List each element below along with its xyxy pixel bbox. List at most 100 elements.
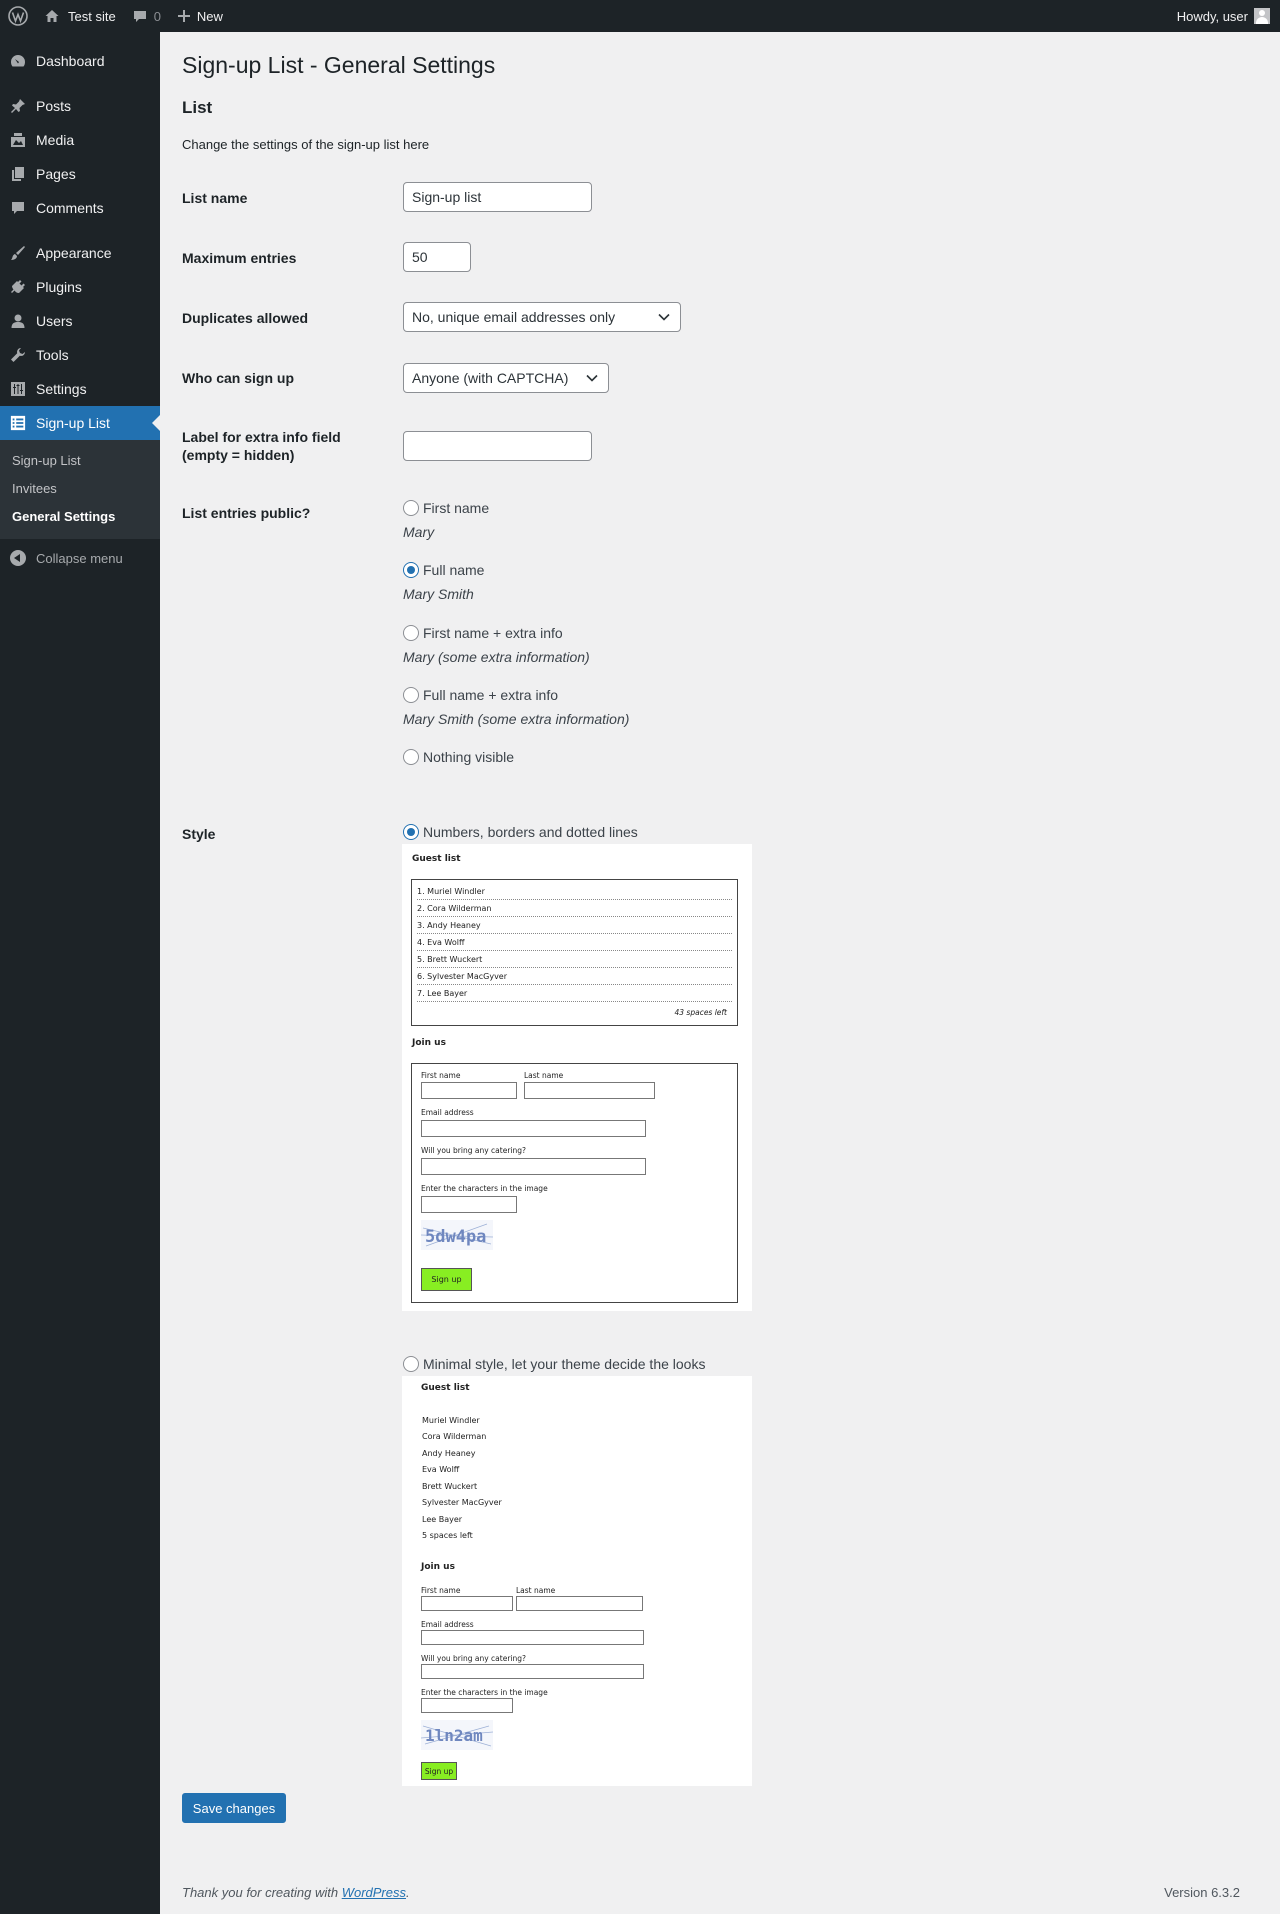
pin-icon bbox=[10, 98, 26, 114]
who-value: Anyone (with CAPTCHA) bbox=[412, 370, 569, 386]
preview-entry: 4. Eva Wolff bbox=[417, 934, 732, 951]
menu-settings[interactable]: Settings bbox=[0, 372, 160, 406]
home-icon bbox=[44, 8, 60, 24]
preview-label: Email address bbox=[421, 1108, 474, 1117]
option-example: Mary Smith (some extra information) bbox=[403, 711, 630, 727]
menu-media[interactable]: Media bbox=[0, 123, 160, 157]
menu-label: Appearance bbox=[36, 245, 112, 261]
max-entries-value: 50 bbox=[412, 249, 428, 265]
preview-input bbox=[516, 1596, 643, 1611]
list-name-input[interactable]: Sign-up list bbox=[403, 182, 592, 212]
public-option-first-name-extra[interactable]: First name + extra info bbox=[403, 625, 563, 641]
menu-label: Media bbox=[36, 132, 75, 148]
preview-input bbox=[421, 1698, 513, 1713]
preview-entry: 5. Brett Wuckert bbox=[417, 951, 732, 968]
admin-bar: Test site 0 New Howdy, user bbox=[0, 0, 1280, 32]
list-name-value: Sign-up list bbox=[412, 189, 482, 205]
preview-guest-box: 1. Muriel Windler 2. Cora Wilderman 3. A… bbox=[411, 879, 738, 1026]
list-icon bbox=[10, 415, 26, 431]
duplicates-select[interactable]: No, unique email addresses only bbox=[403, 302, 681, 332]
preview-label: Enter the characters in the image bbox=[421, 1184, 548, 1193]
option-label: Nothing visible bbox=[423, 749, 515, 765]
wrench-icon bbox=[10, 347, 26, 363]
comments-count: 0 bbox=[153, 8, 161, 24]
site-name-label: Test site bbox=[68, 8, 116, 24]
collapse-menu-button[interactable]: Collapse menu bbox=[0, 541, 160, 575]
menu-dashboard[interactable]: Dashboard bbox=[0, 44, 160, 78]
new-content-link[interactable]: New bbox=[169, 0, 231, 32]
wordpress-logo-icon[interactable] bbox=[0, 0, 36, 32]
wordpress-link[interactable]: WordPress bbox=[342, 1885, 406, 1900]
style-preview-minimal: Guest list Muriel Windler Cora Wilderman… bbox=[402, 1376, 752, 1786]
preview-spaces-left: 43 spaces left bbox=[674, 1008, 728, 1017]
menu-posts[interactable]: Posts bbox=[0, 89, 160, 123]
submenu-signup-list[interactable]: Sign-up List bbox=[0, 447, 160, 475]
public-option-first-name[interactable]: First name bbox=[403, 500, 489, 516]
menu-comments[interactable]: Comments bbox=[0, 191, 160, 225]
preview-join-box: First name Last name Email address Will … bbox=[411, 1063, 738, 1303]
preview-guest-heading: Guest list bbox=[412, 854, 461, 864]
site-name-link[interactable]: Test site bbox=[36, 0, 124, 32]
avatar bbox=[1254, 8, 1270, 24]
style-option-numbers[interactable]: Numbers, borders and dotted lines bbox=[403, 824, 638, 840]
preview-guest-heading: Guest list bbox=[421, 1383, 470, 1393]
preview-label: Will you bring any catering? bbox=[421, 1146, 526, 1155]
max-entries-input[interactable]: 50 bbox=[403, 242, 471, 272]
dashboard-icon bbox=[10, 53, 26, 69]
menu-tools[interactable]: Tools bbox=[0, 338, 160, 372]
menu-label: Users bbox=[36, 313, 73, 329]
extra-info-label-line2: (empty = hidden) bbox=[182, 447, 295, 464]
user-icon bbox=[10, 313, 26, 329]
save-changes-button[interactable]: Save changes bbox=[182, 1793, 286, 1823]
extra-info-input[interactable] bbox=[403, 431, 592, 461]
radio-button[interactable] bbox=[403, 824, 419, 840]
menu-users[interactable]: Users bbox=[0, 304, 160, 338]
pages-icon bbox=[10, 166, 26, 182]
preview-input bbox=[524, 1082, 655, 1099]
option-example: Mary (some extra information) bbox=[403, 649, 590, 665]
brush-icon bbox=[10, 245, 26, 261]
style-option-minimal[interactable]: Minimal style, let your theme decide the… bbox=[403, 1356, 705, 1372]
preview-input bbox=[421, 1196, 517, 1213]
footer-thanks-prefix: Thank you for creating with bbox=[182, 1885, 342, 1900]
menu-label: Plugins bbox=[36, 279, 82, 295]
menu-appearance[interactable]: Appearance bbox=[0, 236, 160, 270]
radio-button[interactable] bbox=[403, 687, 419, 703]
submenu-invitees[interactable]: Invitees bbox=[0, 475, 160, 503]
option-example: Mary Smith bbox=[403, 586, 474, 602]
preview-entry: Muriel Windler bbox=[422, 1416, 480, 1425]
comments-link[interactable]: 0 bbox=[124, 0, 169, 32]
radio-button[interactable] bbox=[403, 1356, 419, 1372]
my-account-link[interactable]: Howdy, user bbox=[1169, 0, 1280, 32]
submenu-general-settings[interactable]: General Settings bbox=[0, 503, 160, 531]
page-title: Sign-up List - General Settings bbox=[182, 52, 496, 78]
preview-entry: 7. Lee Bayer bbox=[417, 985, 732, 1002]
menu-plugins[interactable]: Plugins bbox=[0, 270, 160, 304]
captcha-text: 5dw4pa bbox=[425, 1227, 486, 1247]
preview-input bbox=[421, 1664, 644, 1679]
footer-version: Version 6.3.2 bbox=[1164, 1885, 1240, 1900]
radio-button[interactable] bbox=[403, 625, 419, 641]
radio-button[interactable] bbox=[403, 500, 419, 516]
who-select[interactable]: Anyone (with CAPTCHA) bbox=[403, 363, 609, 393]
collapse-arrow-icon bbox=[10, 550, 26, 566]
preview-signup-button: Sign up bbox=[421, 1762, 457, 1780]
public-option-nothing[interactable]: Nothing visible bbox=[403, 749, 514, 765]
preview-label: Will you bring any catering? bbox=[421, 1654, 526, 1663]
preview-entry: Andy Heaney bbox=[422, 1449, 476, 1458]
preview-entry: 6. Sylvester MacGyver bbox=[417, 968, 732, 985]
style-label: Style bbox=[182, 826, 216, 842]
chevron-down-icon bbox=[584, 370, 600, 386]
radio-button[interactable] bbox=[403, 562, 419, 578]
public-option-full-name[interactable]: Full name bbox=[403, 562, 484, 578]
preview-spaces-left: 5 spaces left bbox=[422, 1531, 473, 1540]
preview-input bbox=[421, 1630, 644, 1645]
public-option-full-name-extra[interactable]: Full name + extra info bbox=[403, 687, 558, 703]
public-label: List entries public? bbox=[182, 505, 311, 521]
menu-signup-list[interactable]: Sign-up List bbox=[0, 406, 160, 440]
radio-button[interactable] bbox=[403, 749, 419, 765]
captcha-image: 5dw4pa bbox=[421, 1220, 493, 1250]
menu-pages[interactable]: Pages bbox=[0, 157, 160, 191]
greeting: Howdy, user bbox=[1176, 8, 1248, 24]
menu-label: Comments bbox=[36, 200, 104, 216]
